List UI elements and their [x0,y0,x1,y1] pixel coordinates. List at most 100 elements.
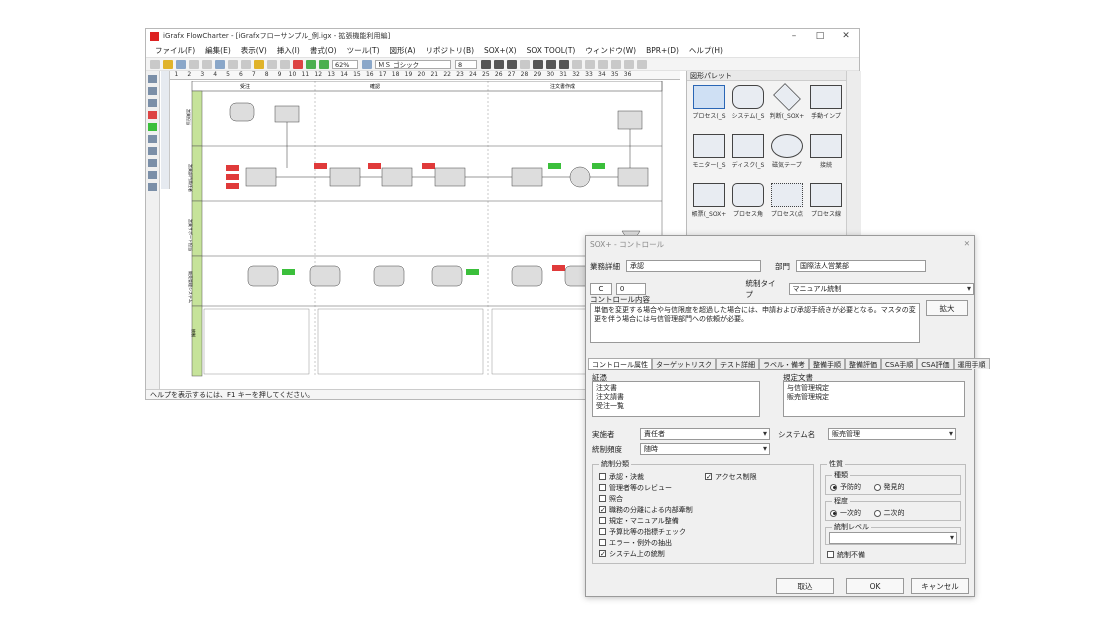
palette-item-document[interactable]: 帳票(_SOX+ [691,183,727,229]
close-icon[interactable]: ✕ [833,31,859,41]
font-size-select[interactable]: 8 [455,59,477,69]
align-icon[interactable] [546,59,556,69]
align-right-icon[interactable] [598,59,608,69]
rotate-left-icon[interactable] [624,59,634,69]
columns-icon[interactable] [559,59,569,69]
process-shape[interactable] [274,105,300,123]
underline-icon[interactable] [507,59,517,69]
menu-shapes[interactable]: 図形(A) [385,45,421,56]
font-color-icon[interactable] [533,59,543,69]
control-note-box[interactable] [203,308,310,375]
classification-checkbox[interactable]: ✓ 職務の分離による内部牽制 [599,504,693,515]
risk-tag[interactable] [552,265,565,271]
process-shape[interactable] [329,167,361,187]
risk-tag[interactable] [226,183,239,189]
green-shape-tool-icon[interactable] [148,123,157,131]
print-preview-icon[interactable] [202,59,212,69]
process-shape[interactable] [617,110,643,130]
classification-checkbox[interactable]: 規定・マニュアル整備 [599,515,693,526]
process-shape[interactable] [245,167,277,187]
line-tool-icon[interactable] [148,147,157,155]
classification-checkbox[interactable]: 管理者等のレビュー [599,482,693,493]
risk-tag[interactable] [314,163,327,169]
kind-detective-radio[interactable]: 発見的 [873,482,905,492]
degree-primary-radio[interactable]: 一次的 [830,508,861,518]
list-icon[interactable] [611,59,621,69]
bold-icon[interactable] [481,59,491,69]
vertical-side-tab[interactable] [161,71,170,189]
new-file-icon[interactable] [150,59,160,69]
classification-checkbox[interactable]: 照合 [599,493,693,504]
paste-icon[interactable] [254,59,264,69]
spellcheck-icon[interactable] [215,59,225,69]
risk-tag[interactable] [368,163,381,169]
maximize-icon[interactable]: □ [807,31,833,41]
menu-window[interactable]: ウィンドウ(W) [580,45,641,56]
oval-tool-icon[interactable] [148,99,157,107]
red-shape-tool-icon[interactable] [148,111,157,119]
pointer-tool-icon[interactable] [148,75,157,83]
tab-csa-procedure[interactable]: CSA手順 [881,358,918,369]
control-tag[interactable] [548,163,561,169]
palette-item-system[interactable]: システム(_S [730,85,766,131]
redo-icon[interactable] [280,59,290,69]
control-tag[interactable] [466,269,479,275]
rules-list[interactable]: 与信管理規定 販売管理規定 [783,381,965,417]
rotate-right-icon[interactable] [637,59,647,69]
degree-secondary-radio[interactable]: 二次的 [873,508,905,518]
system-name-select[interactable]: 販売管理 [828,428,956,440]
run-icon[interactable] [306,59,316,69]
copy-icon[interactable] [241,59,251,69]
dialog-close-icon[interactable]: ✕ [964,239,970,248]
tab-test-detail[interactable]: テスト詳細 [716,358,759,369]
tab-maintenance-evaluation[interactable]: 整備評価 [845,358,881,369]
classification-checkbox[interactable]: エラー・例外の抽出 [599,537,693,548]
menu-edit[interactable]: 編集(E) [200,45,236,56]
menu-insert[interactable]: 挿入(I) [272,45,305,56]
pen-icon[interactable] [293,59,303,69]
control-level-select[interactable] [829,532,957,544]
menu-format[interactable]: 書式(O) [305,45,342,56]
database-shape[interactable] [309,265,341,287]
zoom-select[interactable]: 62% [332,59,358,69]
deficiency-checkbox[interactable]: 統制不備 [827,549,865,560]
menu-view[interactable]: 表示(V) [236,45,272,56]
decision-shape[interactable] [569,166,591,188]
palette-item-process[interactable]: プロセス(_S [691,85,727,131]
palette-item-process-line[interactable]: プロセス線 [808,183,844,229]
control-tag[interactable] [592,163,605,169]
database-shape[interactable] [511,265,543,287]
process-shape[interactable] [434,167,466,187]
classification-checkbox[interactable]: 予算比等の指標チェック [599,526,693,537]
tab-csa-evaluation[interactable]: CSA評価 [917,358,954,369]
open-folder-icon[interactable] [163,59,173,69]
access-restriction-checkbox[interactable]: ✓ アクセス制限 [705,471,757,482]
classification-checkbox[interactable]: 承認・決裁 [599,471,693,482]
palette-item-monitor[interactable]: モニター(_S [691,134,727,180]
connector-tool-icon[interactable] [148,135,157,143]
align-left-icon[interactable] [572,59,582,69]
risk-tag[interactable] [226,174,239,180]
print-icon[interactable] [189,59,199,69]
risk-tag[interactable] [422,163,435,169]
refresh-icon[interactable] [319,59,329,69]
evidence-list[interactable]: 注文書 注文請書 受注一覧 [592,381,760,417]
palette-item-process-rounded[interactable]: プロセス角 [730,183,766,229]
palette-item-connect[interactable]: 接続 [808,134,844,180]
menu-sox-tool[interactable]: SOX TOOL(T) [522,46,581,55]
undo-icon[interactable] [267,59,277,69]
process-shape[interactable] [511,167,543,187]
tab-control-attributes[interactable]: コントロール属性 [588,358,652,369]
process-shape[interactable] [381,167,413,187]
process-shape[interactable] [617,167,649,187]
palette-item-magnetic-tape[interactable]: 磁気テープ [769,134,805,180]
ok-button[interactable]: OK [846,578,904,594]
tab-operation-procedure[interactable]: 運用手順 [953,358,990,369]
palette-item-disk[interactable]: ディスク(_S [730,134,766,180]
help-icon[interactable] [362,59,372,69]
palette-item-manual-input[interactable]: 手動インプ [808,85,844,131]
palette-item-process-dotted[interactable]: プロセス(点 [769,183,805,229]
menu-bpr[interactable]: BPR+(D) [641,46,684,55]
grid-tool-icon[interactable] [148,183,157,191]
text-tool-icon[interactable] [148,159,157,167]
